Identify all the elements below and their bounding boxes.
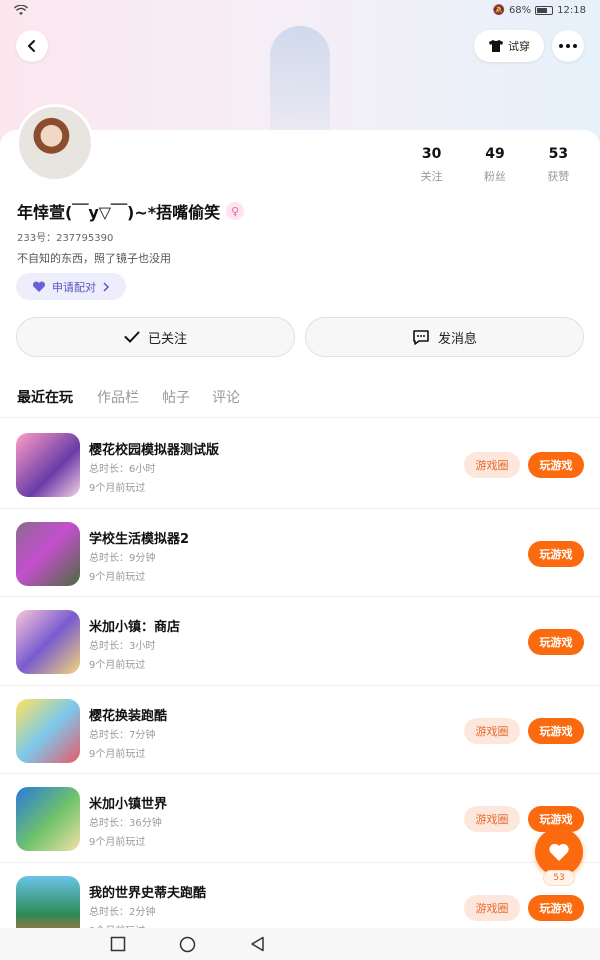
tab-comments[interactable]: 评论 <box>212 387 240 407</box>
back-button[interactable] <box>16 30 48 62</box>
game-playtime: 总时长：36分钟 <box>89 818 162 829</box>
message-label: 发消息 <box>437 331 477 347</box>
game-name: 米加小镇世界 <box>89 797 168 812</box>
user-id: 233号：237795390 <box>17 233 114 244</box>
circle-icon <box>179 936 196 953</box>
try-on-label: 试穿 <box>508 40 530 53</box>
triangle-back-icon <box>251 936 264 952</box>
game-playtime: 总时长：9分钟 <box>89 552 156 564</box>
stat-number: 30 <box>421 146 442 162</box>
game-name: 樱花换装跑酷 <box>89 708 168 724</box>
game-circle-button[interactable]: 游戏圈 <box>464 452 520 478</box>
nickname-text: 年悻萱(￣y▽￣)~*捂嘴偷笑 <box>17 203 221 222</box>
profile-stats: 30 关注 49 粉丝 53 获赞 <box>400 146 590 184</box>
tab-works[interactable]: 作品栏 <box>97 387 139 407</box>
try-on-button[interactable]: 试穿 <box>474 30 544 62</box>
play-game-button[interactable]: 玩游戏 <box>528 452 584 478</box>
status-bar: 🔕 68% 12:18 <box>0 0 600 24</box>
game-circle-button[interactable]: 游戏圈 <box>464 894 520 921</box>
game-last-played: 9个月前玩过 <box>89 837 146 848</box>
game-row[interactable]: 米加小镇：商店 总时长：3小时 9个月前玩过 玩游戏 <box>0 597 600 686</box>
play-game-button[interactable]: 玩游戏 <box>528 717 584 744</box>
pair-request-button[interactable]: 申请配对 <box>16 273 126 300</box>
follow-label: 已关注 <box>147 331 187 347</box>
game-playtime: 总时长：6小时 <box>89 464 156 475</box>
stat-label: 粉丝 <box>483 170 506 183</box>
game-row[interactable]: 米加小镇世界 总时长：36分钟 9个月前玩过 游戏圈 玩游戏 <box>0 774 600 863</box>
game-icon <box>16 787 80 851</box>
game-last-played: 9个月前玩过 <box>89 571 146 583</box>
heart-icon <box>32 280 46 292</box>
game-icon <box>16 698 80 763</box>
stat-following[interactable]: 30 关注 <box>400 146 463 184</box>
stat-label: 获赞 <box>547 170 570 183</box>
game-list: 樱花校园模拟器测试版 总时长：6小时 9个月前玩过 游戏圈 玩游戏 学校生活模拟… <box>0 420 600 951</box>
stat-followers[interactable]: 49 粉丝 <box>463 146 526 184</box>
system-nav-bar <box>0 928 600 960</box>
game-row[interactable]: 樱花换装跑酷 总时长：7分钟 9个月前玩过 游戏圈 玩游戏 <box>0 686 600 774</box>
tab-recently-played[interactable]: 最近在玩 <box>17 387 73 407</box>
mute-icon: 🔕 <box>492 5 505 16</box>
battery-level: 68% <box>508 5 532 16</box>
clock: 12:18 <box>557 5 586 16</box>
profile-tabs: 最近在玩 作品栏 帖子 评论 <box>0 384 600 418</box>
game-last-played: 9个月前玩过 <box>89 748 146 760</box>
tab-posts[interactable]: 帖子 <box>162 387 190 407</box>
back-nav-button[interactable] <box>250 936 265 956</box>
follow-button[interactable]: 已关注 <box>16 317 295 357</box>
stat-label: 关注 <box>420 170 443 183</box>
game-row[interactable]: 樱花校园模拟器测试版 总时长：6小时 9个月前玩过 游戏圈 玩游戏 <box>0 420 600 509</box>
square-icon <box>110 936 126 952</box>
battery-icon <box>535 6 554 15</box>
message-button[interactable]: 发消息 <box>305 317 584 357</box>
home-button[interactable] <box>179 936 196 957</box>
game-icon <box>16 610 80 674</box>
game-row[interactable]: 学校生活模拟器2 总时长：9分钟 9个月前玩过 玩游戏 <box>0 509 600 597</box>
banner-character <box>270 26 330 136</box>
stat-number: 49 <box>485 146 505 162</box>
recents-button[interactable] <box>110 936 126 956</box>
game-name: 学校生活模拟器2 <box>89 531 190 547</box>
like-count: 53 <box>543 870 575 886</box>
more-button[interactable] <box>552 30 584 62</box>
game-icon <box>16 521 80 586</box>
game-icon <box>16 433 80 497</box>
pair-label: 申请配对 <box>52 280 96 294</box>
female-icon: ♀ <box>226 202 245 220</box>
more-dots-icon <box>559 44 577 48</box>
tshirt-icon <box>489 40 503 52</box>
avatar[interactable] <box>16 104 94 182</box>
play-game-button[interactable]: 玩游戏 <box>528 629 584 655</box>
game-last-played: 9个月前玩过 <box>89 483 146 494</box>
game-circle-button[interactable]: 游戏圈 <box>464 717 520 744</box>
checkmark-icon <box>124 331 140 343</box>
chevron-right-icon <box>103 281 110 292</box>
game-name: 米加小镇：商店 <box>89 620 181 635</box>
game-circle-button[interactable]: 游戏圈 <box>464 806 520 832</box>
game-name: 我的世界史蒂夫跑酷 <box>89 885 207 901</box>
stat-likes[interactable]: 53 获赞 <box>527 146 590 184</box>
heart-icon <box>549 843 569 861</box>
wifi-icon <box>13 4 29 19</box>
chevron-left-icon <box>27 40 35 52</box>
play-game-button[interactable]: 玩游戏 <box>528 540 584 567</box>
game-last-played: 9个月前玩过 <box>89 660 146 671</box>
game-playtime: 总时长：7分钟 <box>89 729 156 741</box>
stat-number: 53 <box>548 146 569 162</box>
like-fab-button[interactable] <box>535 828 583 876</box>
chat-icon <box>413 330 429 345</box>
user-nickname: 年悻萱(￣y▽￣)~*捂嘴偷笑 ♀ <box>17 199 245 223</box>
game-playtime: 总时长：2分钟 <box>89 906 156 918</box>
game-name: 樱花校园模拟器测试版 <box>89 443 220 458</box>
play-game-button[interactable]: 玩游戏 <box>528 894 584 921</box>
game-playtime: 总时长：3小时 <box>89 641 156 652</box>
user-bio: 不自知的东西，照了镜子也没用 <box>17 252 171 265</box>
